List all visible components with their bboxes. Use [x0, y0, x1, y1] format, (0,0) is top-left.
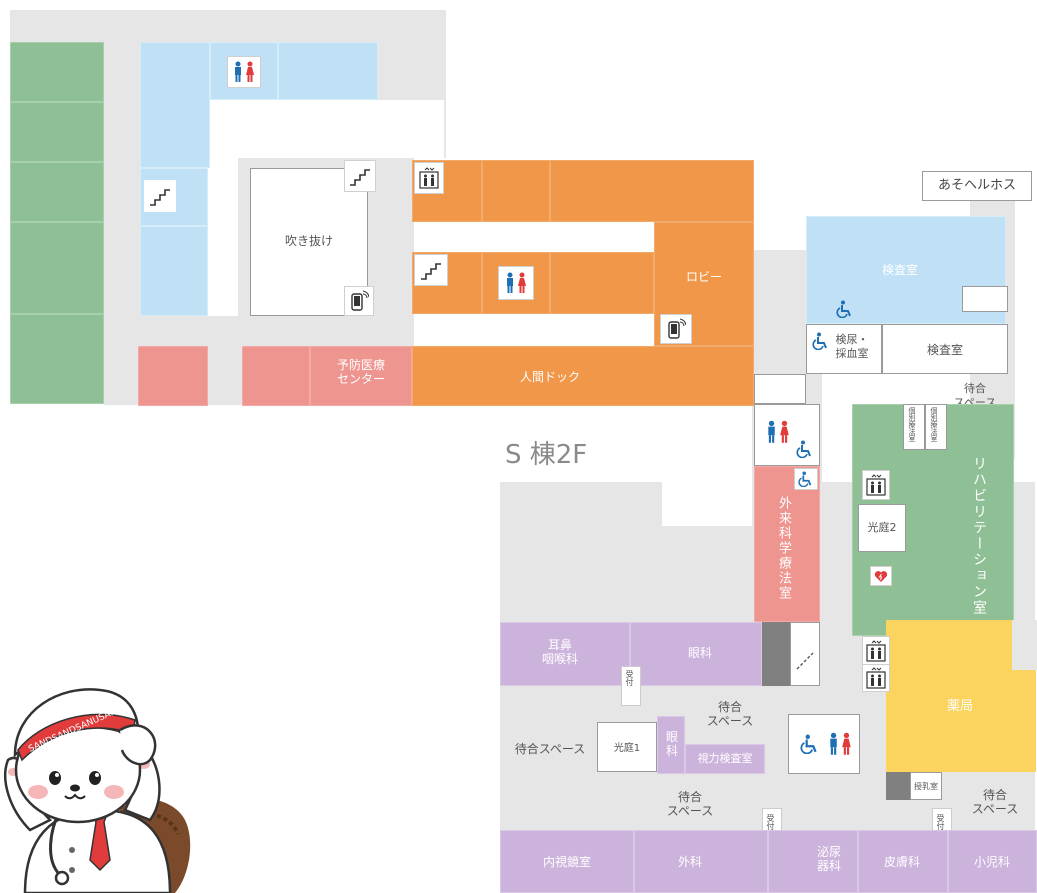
- wheelchair-icon: [812, 332, 830, 351]
- dermatology-label: 皮膚科: [883, 855, 920, 869]
- pharmacy-label: 薬局: [946, 699, 973, 714]
- small-room-a-label: 個別療法室: [908, 407, 916, 442]
- ophthalmology-label: 眼科: [687, 646, 712, 660]
- elevator-icon: [414, 162, 444, 194]
- atrium-label: 吹き抜け: [284, 234, 333, 248]
- elevator-icon: [862, 636, 890, 666]
- prevention-center-label: 予防医療 センター: [336, 358, 385, 386]
- elevator-icon: [862, 470, 890, 500]
- stair-dark-block: [762, 622, 790, 686]
- wheelchair-icon: [800, 734, 820, 755]
- exam-small-box: [962, 286, 1008, 312]
- mobile-phone-icon: [344, 286, 374, 316]
- green-block-4: [10, 222, 104, 314]
- void-inner: [208, 100, 444, 158]
- exam-room-top-label: 検査室: [881, 263, 918, 277]
- lobby-label: ロビー: [685, 270, 722, 284]
- restroom-icon: [227, 56, 261, 88]
- waiting-bottom-label: 待合 スペース: [666, 790, 714, 818]
- blue-room-low: [140, 226, 208, 316]
- mascot-illustration: SANDSANDSANUSAN: [0, 660, 200, 893]
- pharmacy-notch: [1012, 620, 1037, 670]
- wheelchair-icon: [796, 440, 814, 459]
- rehab-label: リハビリテーション室: [971, 456, 987, 616]
- pharmacy-top: [908, 620, 1012, 670]
- pink-room-1: [138, 346, 208, 406]
- exam-room-2-label: 検査室: [926, 343, 963, 357]
- restroom-icon: [498, 266, 534, 300]
- pink-room-2: [242, 346, 310, 406]
- stairs-icon: [344, 160, 376, 192]
- green-block-2: [10, 102, 104, 162]
- stairs-icon: [144, 180, 176, 212]
- orange-room-3: [550, 160, 754, 222]
- outpatient-chemo-label: 外来科学療法室: [776, 496, 791, 601]
- urine-blood-label: 検尿・ 採血室: [835, 333, 869, 360]
- green-block-1: [10, 42, 104, 102]
- floor-label: S 棟2F: [505, 440, 588, 470]
- pediatrics-label: 小児科: [973, 855, 1010, 869]
- restroom-icon: [826, 732, 854, 756]
- reception-3-label: 受付: [936, 814, 945, 830]
- waiting-center-label: 待合 スペース: [706, 700, 754, 728]
- blue-room-top-c: [278, 42, 378, 100]
- orange-room-6: [550, 252, 654, 314]
- wheelchair-icon: [836, 300, 854, 319]
- reception-1-label: 受付: [625, 670, 634, 686]
- vision-test-label: 視力検査室: [697, 752, 753, 765]
- stairs-icon: [414, 254, 448, 286]
- eye-small-label: 眼 科: [665, 730, 678, 758]
- endoscopy-label: 内視鏡室: [542, 855, 591, 869]
- blue-room-top-a: [140, 42, 210, 168]
- reception-2-label: 受付: [766, 814, 775, 830]
- void-inner-2: [208, 158, 238, 316]
- waiting-right-bottom-label: 待合 スペース: [971, 788, 1019, 816]
- sign-label: あそヘルホス: [937, 178, 1016, 193]
- aed-icon: [870, 566, 892, 586]
- void-top-right: [446, 10, 1037, 158]
- green-block-5: [10, 314, 104, 404]
- void-s-building: [662, 482, 752, 526]
- mobile-phone-icon: [660, 314, 692, 344]
- small-room-b-label: 個別療法室: [930, 407, 938, 442]
- wheelchair-icon: [794, 468, 818, 490]
- floor-map: 吹き抜け ロビー 人間ドック 予防医療 センター 検査室 あそヘルホス 検尿・ …: [0, 0, 1037, 893]
- waiting-left-label: 待合スペース: [514, 742, 586, 756]
- surgery-label: 外科: [677, 855, 702, 869]
- orange-room-2: [482, 160, 550, 222]
- milk-room-dark: [886, 772, 910, 800]
- green-block-3: [10, 162, 104, 222]
- stairs-icon: [790, 622, 820, 686]
- courtyard-2-label: 光庭2: [867, 521, 897, 534]
- ent-label: 耳鼻 咽喉科: [541, 638, 578, 666]
- east-box-1: [754, 374, 806, 404]
- elevator-icon: [862, 664, 890, 692]
- health-check-label: 人間ドック: [519, 370, 580, 384]
- milk-room-label: 授乳室: [914, 782, 938, 791]
- urology-label: 泌尿 器科: [816, 845, 841, 873]
- restroom-icon: [764, 420, 792, 444]
- courtyard-1-label: 光庭1: [613, 743, 641, 754]
